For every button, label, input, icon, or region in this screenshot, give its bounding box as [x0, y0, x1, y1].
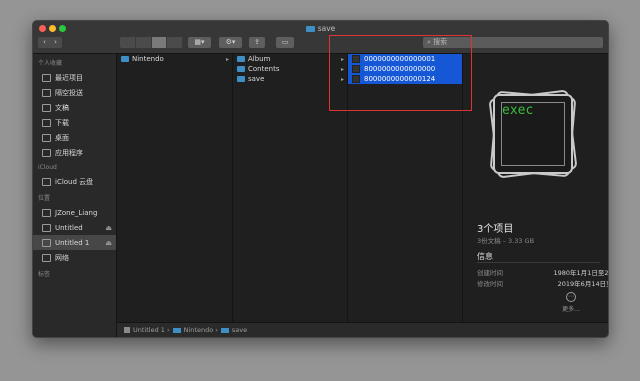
path-item[interactable]: Nintendo: [184, 326, 214, 334]
sidebar-item-airdrop[interactable]: 隔空投送: [33, 85, 116, 100]
eject-icon[interactable]: ⏏: [105, 224, 112, 232]
airdrop-icon: [42, 88, 51, 97]
path-item[interactable]: Untitled 1: [133, 326, 165, 334]
created-row: 创建时间1980年1月1日至2019年6…: [477, 267, 608, 277]
network-icon: [42, 253, 51, 262]
annotation-highlight-box: [329, 35, 472, 111]
sidebar-item-desktop[interactable]: 桌面: [33, 130, 116, 145]
more-icon: ⋯: [566, 292, 576, 302]
sidebar-item-icloud-drive[interactable]: iCloud 云盘: [33, 174, 116, 189]
exec-file-stack-icon: exec: [488, 89, 578, 180]
tags-button[interactable]: ▭: [276, 37, 294, 48]
divider: [477, 262, 600, 263]
group-by-button[interactable]: ▦▾: [188, 37, 211, 48]
list-view-button[interactable]: [136, 37, 152, 48]
eject-icon[interactable]: ⏏: [105, 239, 112, 247]
modified-value: 2019年6月14日至12月2日: [557, 280, 608, 288]
sidebar-item-applications[interactable]: 应用程序: [33, 145, 116, 160]
sidebar-item-jzone-liang[interactable]: JZone_Liang: [33, 205, 116, 220]
share-button[interactable]: ⇪: [249, 37, 265, 48]
folder-icon: [121, 56, 129, 62]
document-icon: [42, 103, 51, 112]
preview-pane: exec 3个项目 3份文稿 – 3.33 GB 信息 创建时间 1980年1月1…: [463, 54, 608, 323]
path-bar: Untitled 1 › Nintendo › save: [117, 322, 608, 337]
sidebar-item-untitled-1[interactable]: Untitled 1 ⏏: [33, 235, 116, 250]
folder-icon: [237, 76, 245, 82]
folder-icon: [305, 26, 315, 32]
window-title: save: [33, 24, 608, 33]
drive-icon: [124, 327, 130, 333]
column-1: Nintendo ▸: [117, 54, 233, 323]
column-view-button[interactable]: [151, 37, 168, 48]
folder-icon: [237, 66, 245, 72]
back-button[interactable]: ‹: [39, 37, 50, 48]
title-bar: save ‹ › ▦▾ ⚙▾ ⇪ ▭ ⌕ 搜索: [33, 21, 608, 54]
modified-row: 修改时间2019年6月14日至12月2日: [477, 278, 608, 288]
info-heading: 信息: [477, 252, 493, 261]
sidebar-heading-icloud: iCloud: [38, 164, 57, 171]
drive-icon: [42, 223, 51, 232]
clock-icon: [42, 73, 51, 82]
view-mode-group: [120, 37, 183, 48]
path-separator: ›: [215, 326, 218, 334]
exec-label: exec: [502, 103, 534, 118]
sidebar-item-untitled[interactable]: Untitled ⏏: [33, 220, 116, 235]
desktop-icon: [42, 133, 51, 142]
folder-icon: [172, 327, 181, 333]
sidebar-item-downloads[interactable]: 下载: [33, 115, 116, 130]
sidebar-item-network[interactable]: 网络: [33, 250, 116, 265]
folder-icon: [237, 56, 245, 62]
sidebar: 个人收藏 最近项目 隔空投送 文稿 下载 桌面 应用程序 iCloud iClo…: [33, 54, 117, 337]
gallery-view-button[interactable]: [167, 37, 183, 48]
chevron-right-icon: ▸: [225, 55, 229, 63]
path-item[interactable]: save: [232, 326, 247, 334]
computer-icon: [42, 208, 51, 217]
sidebar-heading-favorites: 个人收藏: [38, 60, 63, 67]
sidebar-item-documents[interactable]: 文稿: [33, 100, 116, 115]
preview-title: 3个项目: [477, 224, 514, 235]
sidebar-heading-locations: 位置: [38, 195, 51, 202]
drive-icon: [42, 238, 51, 247]
preview-subtitle: 3份文稿 – 3.33 GB: [477, 237, 535, 245]
forward-button[interactable]: ›: [50, 37, 61, 48]
more-button[interactable]: ⋯ 更多...: [559, 292, 583, 313]
folder-icon: [220, 327, 229, 333]
action-gear-button[interactable]: ⚙▾: [219, 37, 242, 48]
download-icon: [42, 118, 51, 127]
sidebar-item-recents[interactable]: 最近项目: [33, 70, 116, 85]
list-item-nintendo[interactable]: Nintendo ▸: [117, 54, 232, 64]
icon-view-button[interactable]: [120, 37, 136, 48]
finder-window: save ‹ › ▦▾ ⚙▾ ⇪ ▭ ⌕ 搜索 个人收藏 最近项目 隔空投送 文稿…: [32, 20, 609, 338]
sidebar-heading-tags: 标签: [38, 271, 51, 278]
path-separator: ›: [167, 326, 170, 334]
navigation-buttons: ‹ ›: [38, 37, 62, 48]
created-value: 1980年1月1日至2019年6…: [553, 269, 609, 277]
cloud-icon: [42, 177, 51, 186]
applications-icon: [42, 148, 51, 157]
